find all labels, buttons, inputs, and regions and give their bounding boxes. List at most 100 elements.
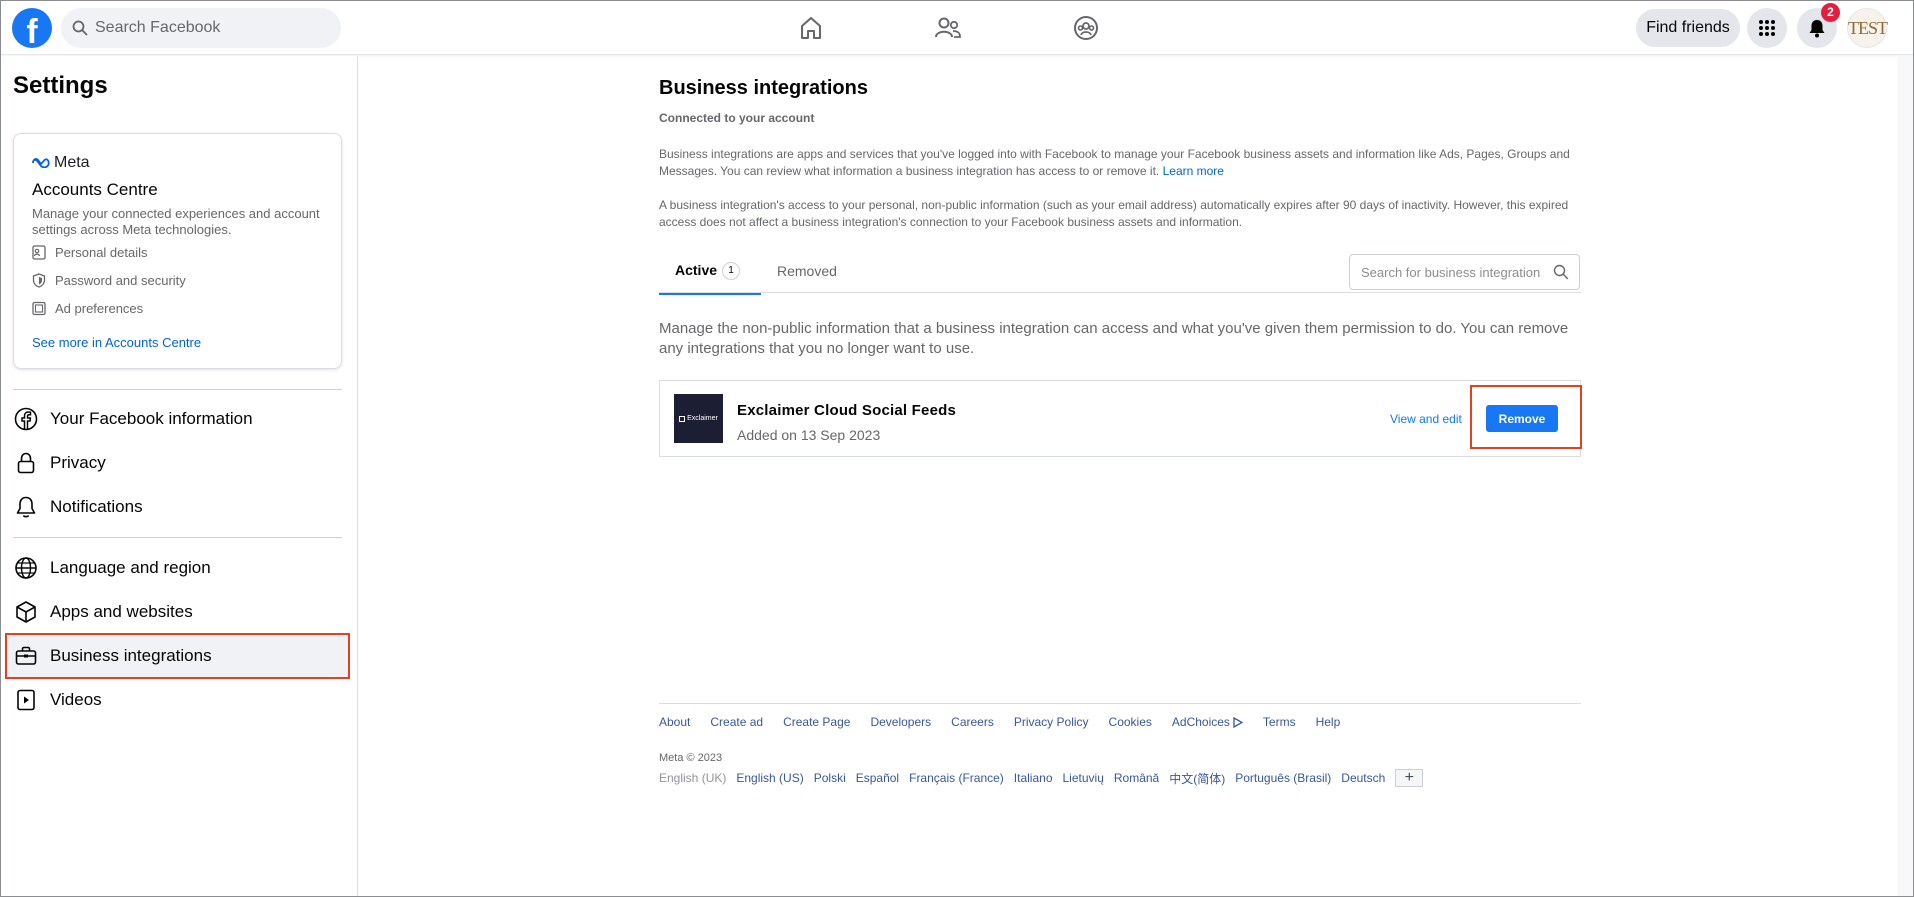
sidebar-item-label: Notifications: [50, 497, 143, 516]
home-icon[interactable]: [796, 14, 826, 42]
sidebar-divider: [13, 537, 342, 538]
video-icon: [13, 687, 39, 713]
sidebar-item-label: Videos: [50, 690, 102, 709]
scrollbar[interactable]: [1897, 55, 1913, 896]
intro-text: Business integrations are apps and servi…: [659, 147, 1570, 178]
sidebar-item-notifications[interactable]: Notifications: [9, 487, 346, 527]
sidebar-item-label: Privacy: [50, 453, 106, 472]
accounts-centre-title: Accounts Centre: [32, 180, 158, 199]
search-icon: [72, 20, 88, 41]
menu-grid-icon[interactable]: [1747, 8, 1787, 48]
ad-icon: [32, 301, 46, 316]
business-integration-search[interactable]: [1349, 254, 1580, 290]
more-languages-button[interactable]: +: [1395, 769, 1424, 787]
sidebar-title: Settings: [13, 72, 108, 99]
sidebar-item-business-integrations[interactable]: Business integrations: [5, 633, 350, 679]
settings-sidebar: Settings Meta Accounts Centre Manage you…: [1, 56, 358, 896]
shield-icon: [32, 273, 46, 288]
language-option[interactable]: Polski: [814, 771, 846, 785]
footer-link-cookies[interactable]: Cookies: [1109, 715, 1152, 729]
friends-icon[interactable]: [933, 14, 963, 42]
accounts-centre-card[interactable]: Meta Accounts Centre Manage your connect…: [13, 133, 342, 369]
tab-active-label: Active: [675, 262, 718, 278]
language-current: English (UK): [659, 771, 727, 785]
notification-badge: 2: [1821, 3, 1840, 22]
footer-link-careers[interactable]: Careers: [951, 715, 994, 729]
meta-infinity-icon: [32, 158, 50, 168]
footer-link-terms[interactable]: Terms: [1263, 715, 1296, 729]
footer-link-help[interactable]: Help: [1316, 715, 1341, 729]
language-option[interactable]: Lietuvių: [1063, 771, 1104, 785]
sidebar-item-apps-websites[interactable]: Apps and websites: [9, 592, 346, 632]
see-more-accounts-centre-link[interactable]: See more in Accounts Centre: [32, 335, 201, 350]
lock-icon: [13, 450, 39, 476]
adchoices-icon: [1233, 716, 1243, 728]
sidebar-item-videos[interactable]: Videos: [9, 680, 346, 720]
intro-paragraph: Business integrations are apps and servi…: [659, 146, 1579, 180]
footer-link-create-ad[interactable]: Create ad: [710, 715, 763, 729]
language-option[interactable]: English (US): [736, 771, 803, 785]
cube-icon: [13, 599, 39, 625]
page-subtitle: Connected to your account: [659, 111, 815, 125]
remove-button[interactable]: Remove: [1486, 405, 1558, 432]
language-list: English (UK) English (US) Polski Español…: [659, 769, 1424, 787]
search-box[interactable]: [61, 8, 341, 48]
top-navigation-bar: f Find friends 2 TEST: [1, 1, 1913, 55]
remove-highlight-box: Remove: [1470, 385, 1582, 449]
language-option[interactable]: Español: [856, 771, 899, 785]
ad-preferences-label: Ad preferences: [55, 301, 144, 316]
language-option[interactable]: Français (France): [909, 771, 1004, 785]
search-input[interactable]: [95, 8, 331, 48]
footer-divider: [659, 703, 1581, 704]
tab-active[interactable]: Active 1: [659, 262, 761, 295]
integration-row: Exclaimer Exclaimer Cloud Social Feeds A…: [659, 380, 1582, 457]
sidebar-item-label: Business integrations: [50, 646, 212, 665]
language-option[interactable]: Română: [1114, 771, 1159, 785]
id-card-icon: [32, 245, 46, 260]
briefcase-icon: [13, 643, 39, 669]
meta-brand-text: Meta: [54, 154, 90, 171]
footer-link-create-page[interactable]: Create Page: [783, 715, 850, 729]
search-icon[interactable]: [1553, 264, 1569, 285]
footer-link-about[interactable]: About: [659, 715, 690, 729]
sidebar-item-privacy[interactable]: Privacy: [9, 443, 346, 483]
facebook-logo[interactable]: f: [12, 8, 52, 48]
sidebar-item-label: Apps and websites: [50, 602, 193, 621]
adchoices-label: AdChoices: [1171, 715, 1230, 729]
personal-details-item[interactable]: Personal details: [32, 245, 148, 260]
tab-active-count: 1: [722, 262, 741, 281]
integration-name: Exclaimer Cloud Social Feeds: [737, 402, 957, 419]
sidebar-item-language-region[interactable]: Language and region: [9, 548, 346, 588]
bell-icon: [13, 494, 39, 520]
groups-icon[interactable]: [1071, 14, 1101, 42]
sidebar-item-label: Language and region: [50, 558, 211, 577]
language-option[interactable]: 中文(简体): [1169, 770, 1225, 787]
sidebar-divider: [13, 389, 342, 390]
ad-preferences-item[interactable]: Ad preferences: [32, 301, 143, 316]
footer-link-developers[interactable]: Developers: [870, 715, 931, 729]
footer-link-privacy-policy[interactable]: Privacy Policy: [1014, 715, 1089, 729]
learn-more-link[interactable]: Learn more: [1163, 164, 1224, 178]
expiry-paragraph: A business integration's access to your …: [659, 198, 1569, 229]
language-option[interactable]: Português (Brasil): [1235, 771, 1331, 785]
accounts-centre-description: Manage your connected experiences and ac…: [32, 206, 320, 237]
footer-link-adchoices[interactable]: AdChoices: [1172, 715, 1243, 729]
copyright: Meta © 2023: [659, 752, 723, 764]
find-friends-button[interactable]: Find friends: [1636, 9, 1740, 47]
tabs-divider: [659, 292, 1581, 293]
password-security-item[interactable]: Password and security: [32, 273, 186, 288]
tab-removed[interactable]: Removed: [777, 262, 837, 295]
business-integration-search-input[interactable]: [1361, 255, 1541, 289]
exclaimer-logo-text: Exclaimer: [687, 415, 718, 422]
sidebar-item-facebook-information[interactable]: Your Facebook information: [9, 399, 346, 439]
manage-description: Manage the non-public information that a…: [659, 320, 1569, 357]
page-title: Business integrations: [659, 77, 868, 99]
view-and-edit-link[interactable]: View and edit: [1390, 412, 1462, 426]
tab-removed-label: Removed: [777, 263, 837, 279]
password-security-label: Password and security: [55, 273, 186, 288]
footer-links: About Create ad Create Page Developers C…: [659, 715, 1360, 729]
language-option[interactable]: Italiano: [1014, 771, 1053, 785]
profile-avatar[interactable]: TEST: [1847, 8, 1888, 48]
language-option[interactable]: Deutsch: [1341, 771, 1385, 785]
meta-logo: Meta: [32, 154, 90, 172]
